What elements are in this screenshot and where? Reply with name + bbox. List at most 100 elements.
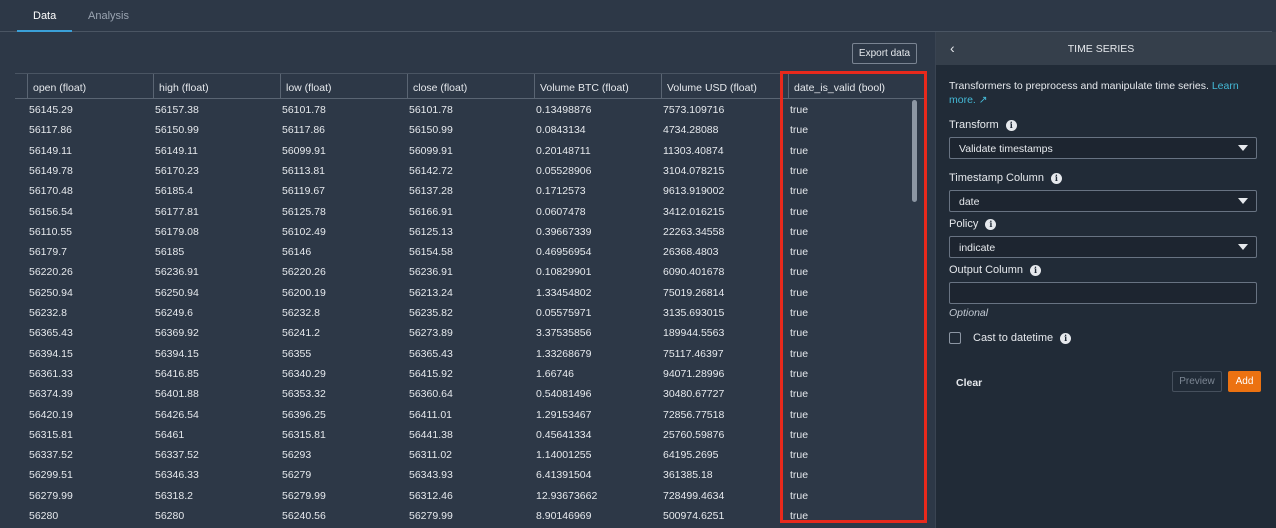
- table-cell: 3135.693015: [663, 307, 725, 319]
- table-row[interactable]: 56145.29 56157.38 56101.78 56101.78 0.134988…: [15, 100, 927, 120]
- timestamp-label-text: Timestamp Column: [949, 172, 1044, 184]
- table-cell: 56394.15: [155, 347, 199, 360]
- caret-down-icon: [1238, 145, 1248, 151]
- table-cell: 56117.86: [282, 124, 326, 137]
- tab-analysis[interactable]: Analysis: [88, 10, 129, 22]
- table-cell: 1.14001255: [536, 449, 592, 462]
- column-header[interactable]: open (float): [27, 74, 154, 99]
- table-cell: 56185: [155, 246, 185, 259]
- table-cell: 56177.81: [155, 205, 199, 218]
- policy-label: Policy i: [949, 218, 997, 230]
- table-row[interactable]: 56149.11 56149.11 56099.91 56099.91 0.201487…: [15, 141, 927, 161]
- table-scrollbar[interactable]: [912, 100, 917, 202]
- table-row[interactable]: 56149.78 56170.23 56113.81 56142.72 0.055289…: [15, 161, 927, 181]
- column-header[interactable]: Volume BTC (float): [534, 74, 661, 99]
- column-header[interactable]: close (float): [407, 74, 534, 99]
- info-icon[interactable]: i: [1005, 119, 1017, 131]
- table-cell: 56154.58: [409, 246, 453, 259]
- timestamp-column-select[interactable]: date: [949, 190, 1257, 212]
- table-row[interactable]: 56279.99 56318.2 56279.99 56312.46 12.936736…: [15, 486, 927, 506]
- description-text: Transformers to preprocess and manipulat…: [949, 80, 1209, 92]
- table-cell: 0.10829901: [536, 266, 592, 279]
- table-row[interactable]: 56117.86 56150.99 56117.86 56150.99 0.084313…: [15, 120, 927, 140]
- policy-select[interactable]: indicate: [949, 236, 1257, 258]
- output-column-hint: Optional: [949, 307, 989, 319]
- table-cell: 72856.77518: [663, 408, 725, 421]
- preview-button[interactable]: Preview: [1172, 371, 1222, 392]
- table-cell: true: [790, 225, 809, 238]
- table-cell: 56401.88: [155, 388, 199, 401]
- table-cell: 56369.92: [155, 327, 199, 340]
- table-row[interactable]: 56170.48 56185.4 56119.67 56137.28 0.1712573…: [15, 181, 927, 201]
- table-row[interactable]: 56250.94 56250.94 56200.19 56213.24 1.334548…: [15, 283, 927, 303]
- time-series-panel: ‹ TIME SERIES Transformers to preprocess…: [935, 32, 1276, 528]
- cast-to-datetime-checkbox[interactable]: [949, 332, 961, 344]
- table-row[interactable]: 56232.8 56249.6 56232.8 56235.82 0.05575971 3…: [15, 303, 927, 323]
- table-cell: 56179.08: [155, 225, 199, 238]
- table-cell: true: [790, 469, 809, 482]
- table-header: open (float) high (float) low (float) close…: [15, 73, 927, 99]
- table-cell: 56240.56: [282, 510, 326, 522]
- table-row[interactable]: 56394.15 56394.15 56355 56365.43 1.33268679 7…: [15, 344, 927, 364]
- table-cell: 56420.19: [29, 408, 73, 421]
- table-cell: 1.66746: [536, 367, 574, 380]
- table-cell: 56315.81: [29, 428, 73, 441]
- export-data-button[interactable]: Export data: [852, 43, 917, 64]
- table-cell: 56315.81: [282, 428, 326, 441]
- table-cell: 0.1712573: [536, 185, 586, 198]
- transform-value: Validate timestamps: [959, 143, 1053, 155]
- table-row[interactable]: 56280 56280 56240.56 56279.99 8.90146969 5009…: [15, 506, 927, 526]
- table-cell: true: [790, 489, 809, 502]
- table-cell: 1.33454802: [536, 286, 592, 299]
- info-icon[interactable]: i: [1060, 332, 1072, 344]
- transform-select[interactable]: Validate timestamps: [949, 137, 1257, 159]
- table-cell: 7573.109716: [663, 104, 725, 116]
- table-cell: 56337.52: [29, 449, 73, 462]
- table-row[interactable]: 56110.55 56179.08 56102.49 56125.13 0.396673…: [15, 222, 927, 242]
- table-cell: 728499.4634: [663, 489, 725, 502]
- table-cell: true: [790, 185, 809, 198]
- table-row[interactable]: 56361.33 56416.85 56340.29 56415.92 1.66746 9…: [15, 364, 927, 384]
- table-row[interactable]: 56374.39 56401.88 56353.32 56360.64 0.540814…: [15, 384, 927, 404]
- table-row[interactable]: 56299.51 56346.33 56279 56343.93 6.41391504 3…: [15, 465, 927, 485]
- table-cell: 56311.02: [409, 449, 453, 462]
- table-cell: 56236.91: [409, 266, 453, 279]
- table-row[interactable]: 56179.7 56185 56146 56154.58 0.46956954 26368…: [15, 242, 927, 262]
- table-row[interactable]: 56315.81 56461 56315.81 56441.38 0.45641334 2…: [15, 425, 927, 445]
- external-link-icon: ↗: [978, 94, 988, 106]
- panel-description: Transformers to preprocess and manipulat…: [949, 79, 1249, 107]
- table-cell: 56150.99: [155, 124, 199, 137]
- column-header[interactable]: Volume USD (float): [661, 74, 788, 99]
- table-cell: 56318.2: [155, 489, 193, 502]
- table-row[interactable]: 56365.43 56369.92 56241.2 56273.89 3.3753585…: [15, 323, 927, 343]
- table-cell: 56374.39: [29, 388, 73, 401]
- table-cell: 4734.28088: [663, 124, 719, 137]
- table-row[interactable]: 56337.52 56337.52 56293 56311.02 1.14001255 6…: [15, 445, 927, 465]
- table-cell: 75117.46397: [663, 347, 724, 360]
- table-cell: true: [790, 388, 809, 401]
- info-icon[interactable]: i: [985, 218, 997, 230]
- caret-down-icon: [1238, 198, 1248, 204]
- tab-data[interactable]: Data: [33, 10, 56, 22]
- table-cell: 0.0607478: [536, 205, 586, 218]
- caret-down-icon: [1238, 244, 1248, 250]
- table-cell: 11303.40874: [663, 144, 724, 157]
- clear-button[interactable]: Clear: [956, 377, 982, 389]
- table-cell: 75019.26814: [663, 286, 725, 299]
- table-row[interactable]: 56220.26 56236.91 56220.26 56236.91 0.108299…: [15, 262, 927, 282]
- table-cell: 56099.91: [282, 144, 326, 157]
- add-button[interactable]: Add: [1228, 371, 1261, 392]
- table-cell: 56416.85: [155, 367, 199, 380]
- table-cell: 56232.8: [282, 307, 320, 319]
- column-header[interactable]: high (float): [153, 74, 280, 99]
- table-row[interactable]: 56156.54 56177.81 56125.78 56166.91 0.060747…: [15, 202, 927, 222]
- output-column-input[interactable]: [949, 282, 1257, 304]
- column-header[interactable]: date_is_valid (bool): [788, 74, 927, 99]
- table-row[interactable]: 56420.19 56426.54 56396.25 56411.01 1.291534…: [15, 405, 927, 425]
- table-cell: 6.41391504: [536, 469, 592, 482]
- info-icon[interactable]: i: [1050, 172, 1062, 184]
- info-icon[interactable]: i: [1029, 264, 1041, 276]
- table-cell: 56250.94: [155, 286, 199, 299]
- column-header[interactable]: low (float): [280, 74, 407, 99]
- table-cell: 25760.59876: [663, 428, 725, 441]
